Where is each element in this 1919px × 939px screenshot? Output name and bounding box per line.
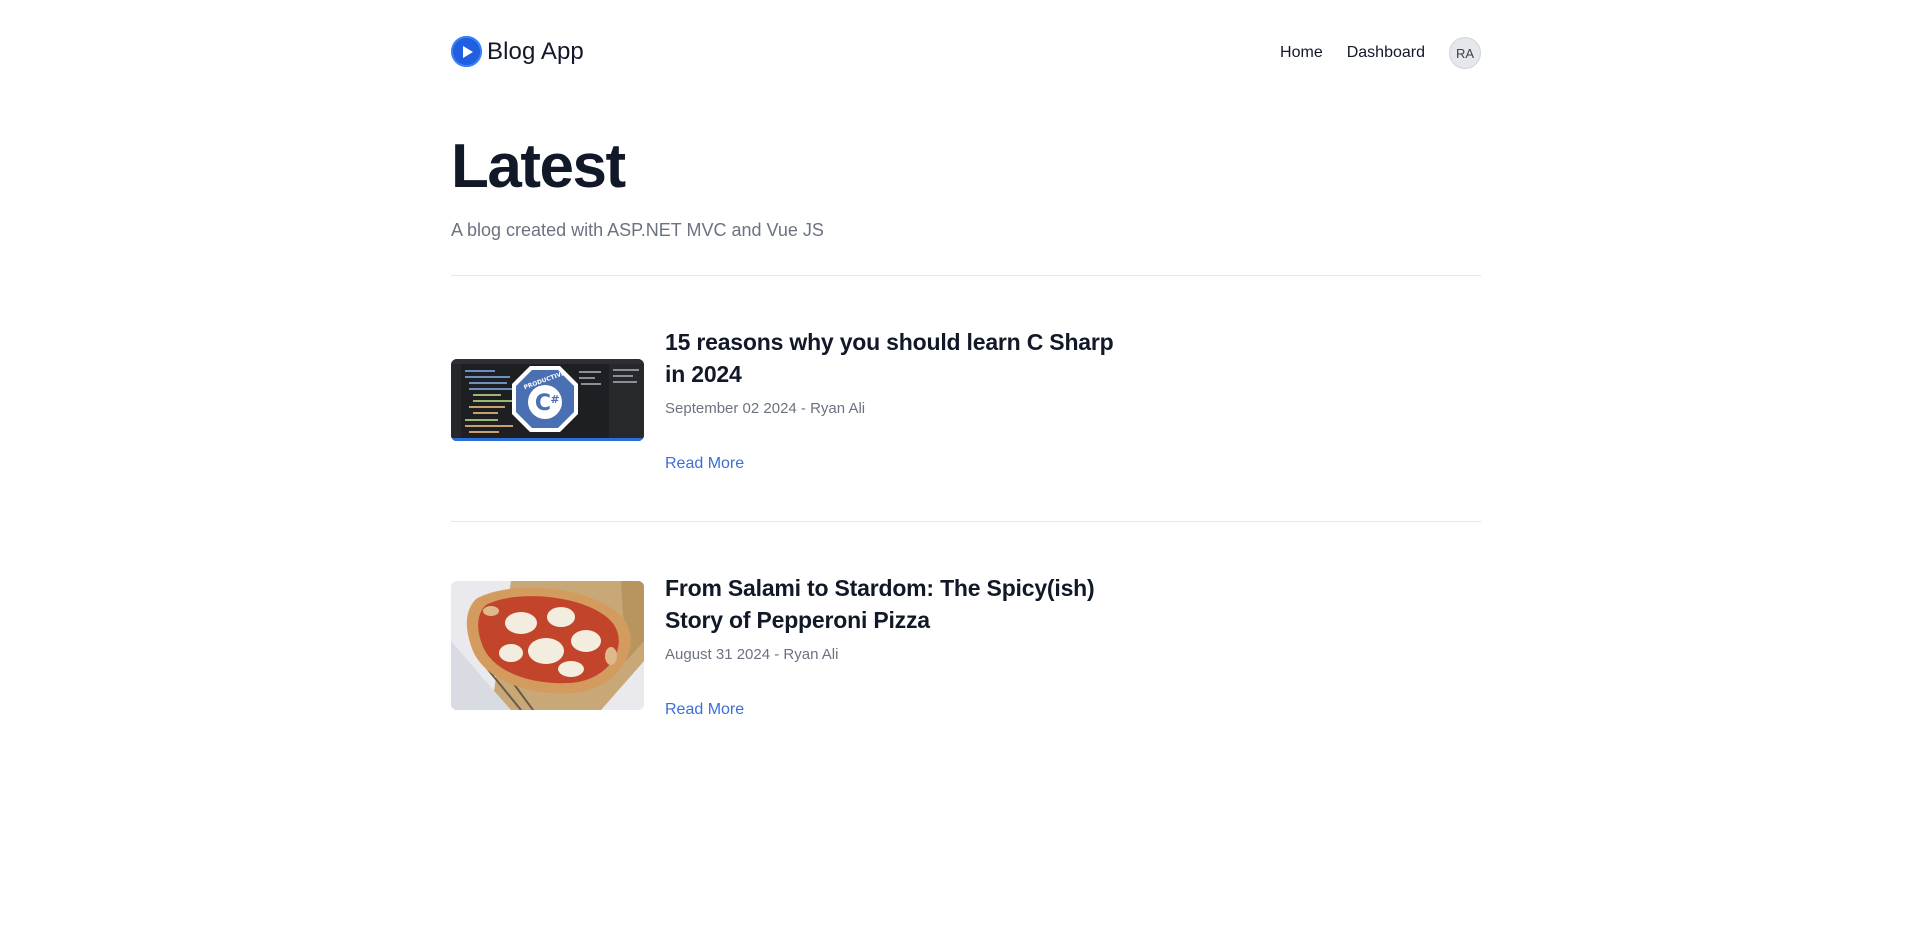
post-meta: August 31 2024 - Ryan Ali — [665, 646, 839, 663]
page-subtitle: A blog created with ASP.NET MVC and Vue … — [451, 220, 824, 240]
post-item: From Salami to Stardom: The Spicy(ish) S… — [451, 521, 1481, 767]
svg-text:C: C — [535, 391, 551, 416]
read-more-link[interactable]: Read More — [665, 701, 744, 719]
post-item: C # PRODUCTIVE 15 reasons why you should… — [451, 275, 1481, 521]
page-title: Latest — [451, 132, 626, 201]
post-thumbnail-pizza[interactable] — [451, 581, 644, 710]
post-title[interactable]: 15 reasons why you should learn C Sharp … — [665, 326, 1135, 390]
post-thumbnail-csharp[interactable]: C # PRODUCTIVE — [451, 358, 644, 441]
read-more-link[interactable]: Read More — [665, 455, 744, 473]
site-header: Blog App Home Dashboard RA — [451, 0, 1481, 106]
brand-link[interactable]: Blog App — [451, 36, 584, 67]
nav-dashboard-link[interactable]: Dashboard — [1347, 44, 1425, 62]
user-avatar[interactable]: RA — [1449, 37, 1481, 69]
page-container: Blog App Home Dashboard RA Latest A blog… — [451, 0, 1481, 767]
brand-title: Blog App — [487, 37, 584, 65]
post-body: From Salami to Stardom: The Spicy(ish) S… — [665, 572, 1135, 719]
main-nav: Home Dashboard RA — [1280, 37, 1481, 69]
post-list: C # PRODUCTIVE 15 reasons why you should… — [451, 275, 1481, 767]
hero-section: Latest A blog created with ASP.NET MVC a… — [451, 106, 1481, 241]
post-body: 15 reasons why you should learn C Sharp … — [665, 326, 1135, 473]
svg-text:#: # — [550, 393, 559, 406]
post-meta: September 02 2024 - Ryan Ali — [665, 400, 866, 417]
play-logo-icon — [451, 36, 482, 67]
nav-home-link[interactable]: Home — [1280, 44, 1323, 62]
post-title[interactable]: From Salami to Stardom: The Spicy(ish) S… — [665, 572, 1135, 636]
